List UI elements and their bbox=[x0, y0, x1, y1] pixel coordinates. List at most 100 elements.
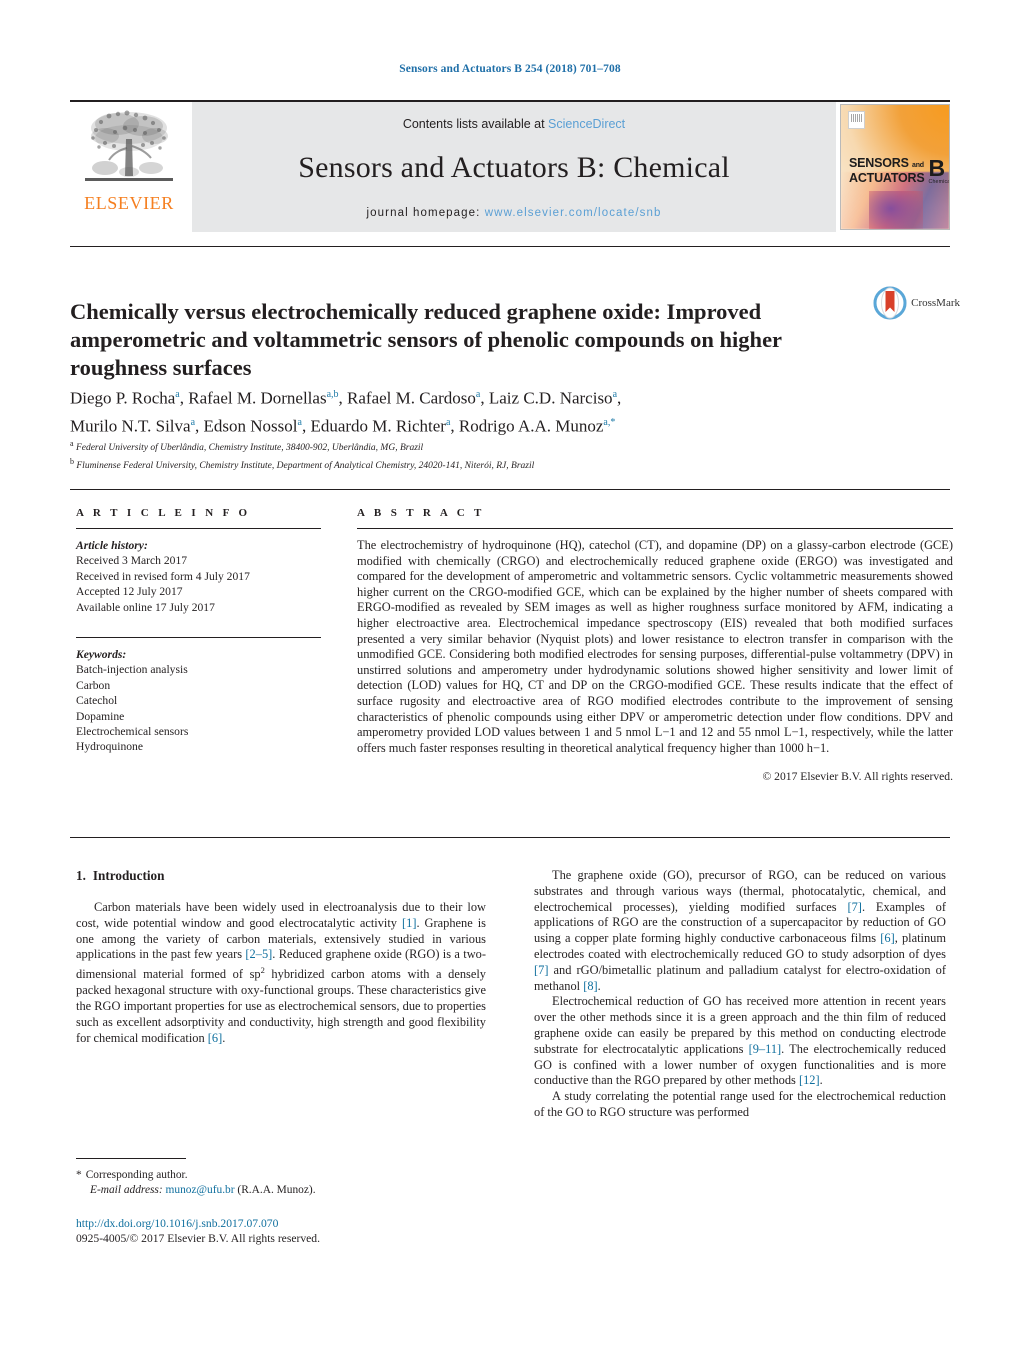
affiliation-item: a Federal University of Uberlândia, Chem… bbox=[70, 437, 890, 455]
section-number: 1. bbox=[76, 868, 86, 883]
article-history-label: Article history: bbox=[76, 539, 148, 552]
doi-link[interactable]: http://dx.doi.org/10.1016/j.snb.2017.07.… bbox=[76, 1216, 576, 1231]
crossmark-icon bbox=[873, 286, 907, 320]
email-link[interactable]: munoz@ufu.br bbox=[166, 1184, 235, 1196]
homepage-prefix: journal homepage: bbox=[366, 207, 485, 219]
article-info-heading: A R T I C L E I N F O bbox=[76, 507, 251, 519]
affiliation-item: b Fluminense Federal University, Chemist… bbox=[70, 455, 890, 473]
citation-ref[interactable]: [8] bbox=[583, 979, 597, 993]
history-item: Available online 17 July 2017 bbox=[76, 600, 215, 614]
email-owner: (R.A.A. Munoz). bbox=[237, 1183, 316, 1196]
keywords-rule bbox=[76, 637, 321, 639]
citation-ref[interactable]: [6] bbox=[880, 931, 894, 945]
body-column-right: The graphene oxide (GO), precursor of RG… bbox=[534, 868, 946, 1121]
journal-title: Sensors and Actuators B: Chemical bbox=[298, 151, 730, 184]
keyword-item: Dopamine bbox=[76, 709, 125, 723]
author-aff-mark: a bbox=[475, 389, 481, 400]
affiliation-mark: b bbox=[70, 457, 74, 467]
abstract-rule bbox=[357, 528, 953, 529]
keywords-label: Keywords: bbox=[76, 648, 127, 662]
info-section-bottom-rule bbox=[70, 837, 950, 838]
doi-block: http://dx.doi.org/10.1016/j.snb.2017.07.… bbox=[76, 1216, 576, 1246]
cover-series-letter: B Chemical bbox=[928, 155, 950, 186]
corresponding-author-line: * Corresponding author. bbox=[76, 1168, 496, 1183]
cover-line1: SENSORS bbox=[849, 156, 909, 170]
author-list: Diego P. Rochaa, Rafael M. Dornellasa,b,… bbox=[70, 388, 622, 436]
citation-ref[interactable]: [6] bbox=[208, 1031, 222, 1045]
author-aff-mark: a bbox=[190, 416, 196, 428]
contents-available-line: Contents lists available at ScienceDirec… bbox=[403, 117, 625, 131]
affiliation-mark: a bbox=[70, 439, 74, 448]
author-aff-mark: a bbox=[175, 389, 180, 400]
article-history-group: Article history: Received 3 March 2017 R… bbox=[76, 538, 321, 615]
superscript-2: 2 bbox=[260, 965, 265, 976]
cover-journal-name: SENSORS and ACTUATORS bbox=[849, 157, 925, 185]
corresponding-label: Corresponding author. bbox=[85, 1169, 188, 1181]
abstract-copyright: © 2017 Elsevier B.V. All rights reserved… bbox=[762, 770, 953, 784]
abstract-heading: A B S T R A C T bbox=[357, 507, 485, 519]
citation-ref[interactable]: [7] bbox=[847, 900, 861, 914]
footnote-rule bbox=[76, 1158, 186, 1159]
email-line: E-mail address: munoz@ufu.br (R.A.A. Mun… bbox=[76, 1183, 496, 1198]
history-item: Received in revised form 4 July 2017 bbox=[76, 569, 250, 583]
crossmark-label: CrossMark bbox=[911, 297, 960, 309]
keyword-item: Catechol bbox=[76, 694, 118, 708]
affiliation-text: Fluminense Federal University, Chemistry… bbox=[76, 461, 535, 472]
citation-ref[interactable]: [2–5] bbox=[245, 947, 272, 961]
info-section-top-rule bbox=[70, 489, 950, 490]
article-info-rule bbox=[76, 528, 321, 529]
author-aff-mark: a,b bbox=[326, 389, 339, 400]
affiliation-text: Federal University of Uberlândia, Chemis… bbox=[75, 443, 424, 454]
keyword-item: Hydroquinone bbox=[76, 740, 143, 754]
cover-blob-artwork bbox=[869, 191, 924, 229]
cover-letter-sub: Chemical bbox=[928, 179, 950, 185]
journal-homepage-link[interactable]: www.elsevier.com/locate/snb bbox=[485, 207, 662, 219]
corresponding-star: * bbox=[76, 1169, 82, 1181]
author-aff-mark: a bbox=[445, 416, 451, 428]
author-aff-mark: a bbox=[612, 389, 618, 400]
elsevier-tree-icon bbox=[85, 110, 173, 181]
keyword-item: Electrochemical sensors bbox=[76, 725, 189, 739]
cover-letter: B bbox=[928, 155, 946, 181]
cover-line2: ACTUATORS bbox=[849, 171, 925, 185]
issn-copyright-line: 0925-4005/© 2017 Elsevier B.V. All right… bbox=[76, 1232, 320, 1245]
running-head: Sensors and Actuators B 254 (2018) 701–7… bbox=[399, 63, 621, 75]
author-aff-mark: a bbox=[297, 416, 302, 428]
cover-titles: SENSORS and ACTUATORS B Chemical bbox=[849, 157, 949, 186]
citation-ref[interactable]: [12] bbox=[799, 1073, 820, 1087]
keyword-item: Batch-injection analysis bbox=[76, 663, 188, 677]
corresponding-author-footnote: * Corresponding author. E-mail address: m… bbox=[76, 1168, 496, 1197]
contents-prefix: Contents lists available at bbox=[402, 117, 549, 131]
intro-paragraph-2: The graphene oxide (GO), precursor of RG… bbox=[534, 868, 947, 993]
abstract-text: The electrochemistry of hydroquinone (HQ… bbox=[357, 538, 953, 755]
journal-cover-thumbnail[interactable]: SENSORS and ACTUATORS B Chemical bbox=[840, 104, 950, 230]
cover-line1-small: and bbox=[912, 162, 924, 169]
cover-elsevier-mark-icon bbox=[848, 111, 865, 129]
elsevier-logo: ELSEVIER bbox=[70, 102, 188, 232]
citation-ref[interactable]: [1] bbox=[402, 916, 416, 930]
email-label: E-mail address: bbox=[90, 1183, 163, 1196]
page-title: Chemically versus electrochemically redu… bbox=[70, 299, 782, 381]
sciencedirect-link[interactable]: ScienceDirect bbox=[548, 117, 625, 131]
title-divider bbox=[70, 246, 950, 247]
journal-masthead: ELSEVIER Contents lists available at Sci… bbox=[70, 100, 950, 232]
keywords-group: Keywords: Batch-injection analysis Carbo… bbox=[76, 647, 321, 755]
intro-paragraph-1: Carbon materials have been widely used i… bbox=[76, 900, 486, 1045]
intro-paragraph-3: Electrochemical reduction of GO has rece… bbox=[534, 994, 946, 1088]
body-column-left: 1. Introduction Carbon materials have bee… bbox=[76, 868, 486, 1046]
paper-page: Sensors and Actuators B 254 (2018) 701–7… bbox=[0, 0, 1020, 1351]
author-aff-mark: a,* bbox=[603, 416, 616, 428]
abstract-column: A B S T R A C T The electrochemistry of … bbox=[357, 507, 953, 783]
history-item: Received 3 March 2017 bbox=[76, 554, 188, 568]
elsevier-wordmark: ELSEVIER bbox=[84, 193, 174, 213]
journal-homepage-line: journal homepage: www.elsevier.com/locat… bbox=[367, 207, 662, 219]
crossmark-badge[interactable]: CrossMark bbox=[873, 286, 960, 320]
journal-band: Contents lists available at ScienceDirec… bbox=[192, 102, 836, 232]
section-label: Introduction bbox=[92, 868, 165, 883]
article-info-column: A R T I C L E I N F O Article history: R… bbox=[76, 507, 321, 755]
section-heading-introduction: 1. Introduction bbox=[76, 868, 486, 884]
citation-ref[interactable]: [7] bbox=[534, 963, 548, 977]
intro-paragraph-4: A study correlating the potential range … bbox=[534, 1089, 946, 1119]
history-item: Accepted 12 July 2017 bbox=[76, 585, 183, 599]
citation-ref[interactable]: [9–11] bbox=[749, 1042, 782, 1056]
